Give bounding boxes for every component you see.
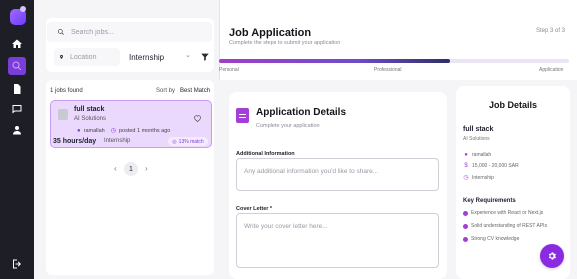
requirement-item: Solid understanding of REST APIs [463, 223, 547, 229]
job-card-hours: 35 hours/day [53, 138, 97, 145]
details-job-title: full stack [463, 126, 494, 133]
clock-icon: ◷ [463, 175, 469, 181]
pagination-prev[interactable]: ‹ [114, 164, 117, 173]
step-label-personal: Personal [219, 67, 239, 73]
details-location-text: ramallah [472, 152, 492, 158]
dollar-icon: $ [464, 163, 468, 169]
company-logo [58, 109, 68, 120]
requirement-text: Experience with React or Next.js [471, 210, 544, 216]
cover-letter-label: Cover Letter * [236, 206, 273, 212]
gear-icon [548, 252, 557, 260]
details-salary-text: 15,000 - 20,000 SAR [472, 163, 519, 169]
location-input[interactable] [70, 53, 120, 61]
chevron-down-icon: ⌄ [185, 52, 191, 59]
job-card-type: Internship [104, 138, 131, 144]
additional-info-field[interactable] [236, 158, 439, 191]
location-field[interactable] [54, 48, 120, 66]
form-title: Application Details [256, 107, 347, 118]
step-label-professional: Professional [374, 67, 402, 73]
details-location: ● ramallah [463, 152, 491, 158]
filter-icon [201, 53, 209, 61]
job-type-value: Internship [129, 52, 165, 62]
step-indicator: Step 3 of 3 [536, 28, 566, 34]
target-icon: ◎ [172, 138, 177, 145]
pagination-page[interactable]: 1 [124, 162, 138, 176]
requirement-text: Strong CV knowledge [471, 236, 520, 242]
search-icon [58, 29, 64, 35]
check-circle-icon [463, 236, 468, 242]
favorite-heart-icon[interactable] [193, 110, 202, 122]
sort-control[interactable]: Sort by Best Match [156, 88, 210, 94]
search-field[interactable] [47, 22, 212, 42]
match-badge: ◎ 13% match [168, 137, 208, 146]
page-subtitle: Complete the steps to submit your applic… [229, 40, 341, 46]
check-circle-icon [463, 210, 468, 216]
pagination-next[interactable]: › [145, 164, 148, 173]
search-icon[interactable] [8, 57, 26, 75]
requirement-item: Strong CV knowledge [463, 236, 519, 242]
additional-info-label: Additional Information [236, 151, 295, 157]
match-value: 13% match [178, 138, 204, 145]
clock-icon: ◷ [110, 128, 116, 134]
check-circle-icon [463, 223, 468, 229]
sort-label: Sort by [156, 88, 176, 94]
sort-value[interactable]: Best Match [180, 88, 210, 94]
job-card-posted: posted 1 months ago [118, 127, 171, 134]
document-icon[interactable] [8, 80, 26, 98]
logo-dot [20, 6, 26, 12]
location-pin-icon: ● [464, 152, 468, 158]
details-title: Job Details [488, 100, 537, 110]
filter-button[interactable] [198, 50, 212, 64]
document-icon [236, 108, 249, 123]
details-type: ◷ Internship [463, 174, 494, 182]
job-card-title[interactable]: full stack [74, 106, 104, 113]
results-count: 1 jobs found [50, 88, 83, 94]
location-pin-icon [60, 54, 63, 60]
search-input[interactable] [71, 28, 211, 36]
requirements-title: Key Requirements [463, 198, 516, 204]
chat-icon[interactable] [8, 100, 26, 118]
page-title: Job Application [229, 27, 312, 39]
logout-icon[interactable] [8, 255, 26, 273]
details-company: AI Solutions [463, 136, 490, 142]
job-card-company: AI Solutions [74, 116, 107, 122]
requirement-item: Experience with React or Next.js [463, 210, 543, 216]
requirement-text: Solid understanding of REST APIs [471, 223, 548, 229]
settings-fab[interactable] [540, 244, 564, 268]
job-card-location: ramallah [83, 127, 105, 134]
location-pin-icon: ● [77, 127, 81, 134]
step-label-application: Application [539, 67, 564, 73]
sidebar [0, 0, 34, 279]
progress-fill [219, 59, 450, 63]
job-type-select[interactable]: Internship ⌄ [129, 50, 193, 64]
details-salary: $ 15,000 - 20,000 SAR [463, 163, 519, 169]
user-icon[interactable] [8, 121, 26, 139]
details-type-text: Internship [472, 174, 494, 181]
form-subtitle: Complete your application [256, 123, 320, 129]
cover-letter-field[interactable] [236, 213, 439, 268]
job-card-meta: ● ramallah ◷ posted 1 months ago [77, 127, 171, 135]
home-icon[interactable] [8, 35, 26, 53]
